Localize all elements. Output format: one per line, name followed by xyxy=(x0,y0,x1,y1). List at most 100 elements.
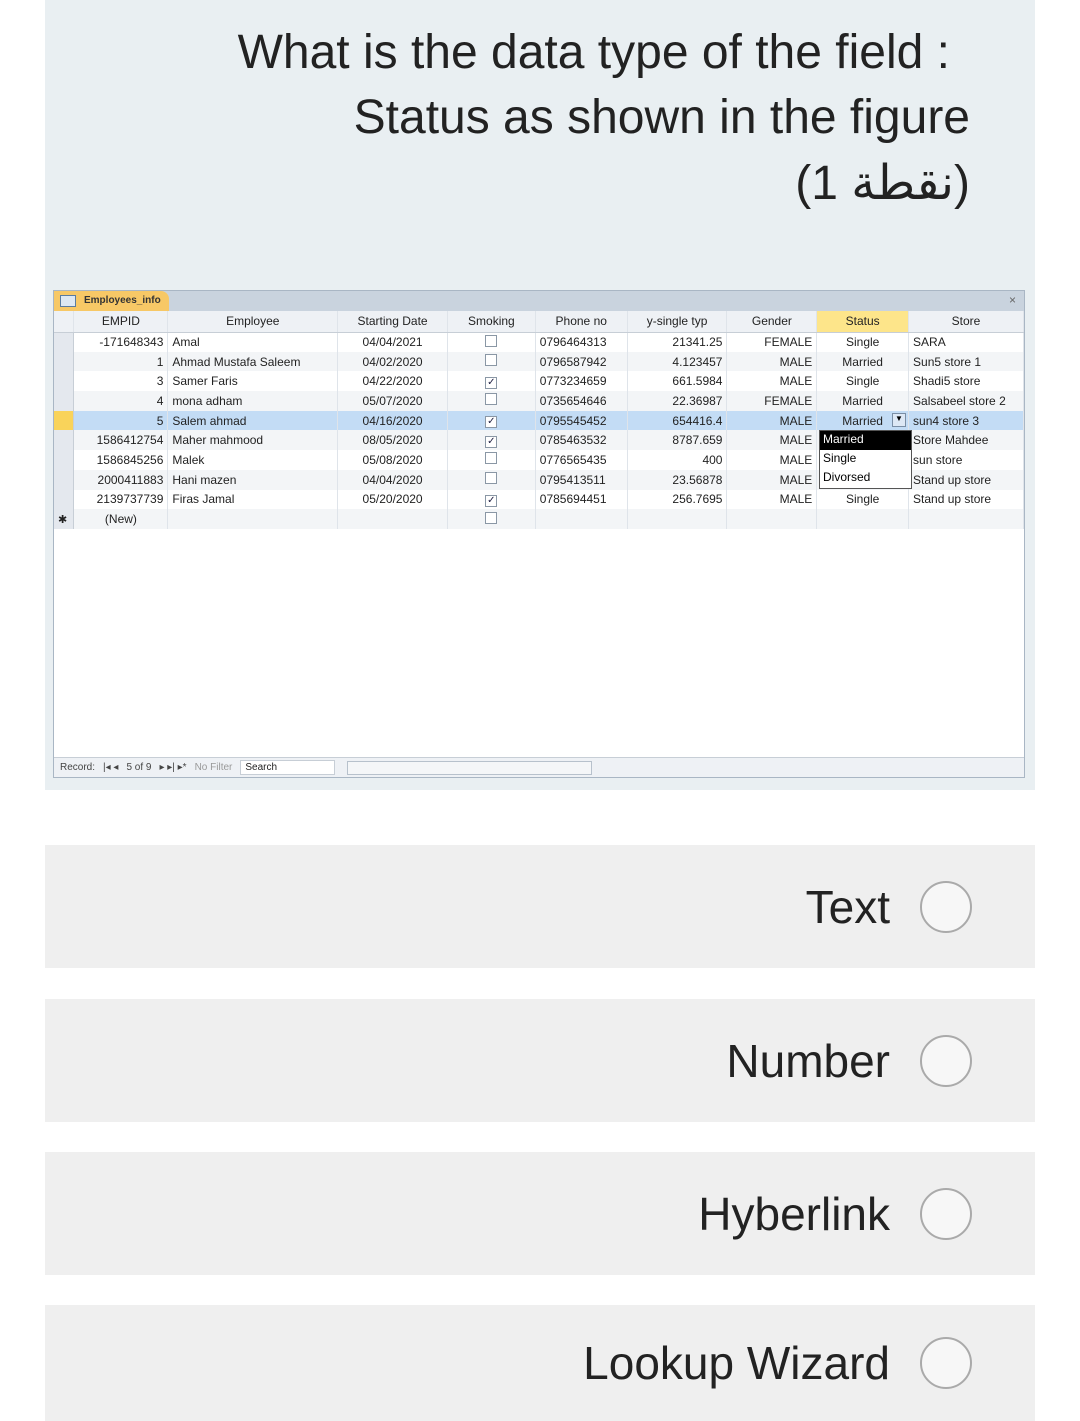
row-selector[interactable] xyxy=(54,450,75,470)
cell-starting-date[interactable]: 05/08/2020 xyxy=(337,450,448,470)
row-selector[interactable] xyxy=(54,489,75,510)
cell-y-single-typ[interactable]: 22.36987 xyxy=(627,391,728,411)
cell-gender[interactable]: MALE xyxy=(726,450,818,470)
row-selector[interactable] xyxy=(54,430,75,451)
cell-phone-no[interactable]: 0773234659 xyxy=(535,371,628,392)
radio-button[interactable] xyxy=(920,1187,972,1240)
cell-empid[interactable]: 1 xyxy=(73,351,169,372)
smoking-checkbox[interactable] xyxy=(447,469,536,490)
column-header-starting-date[interactable]: Starting Date xyxy=(337,311,448,333)
cell-empid[interactable]: 3 xyxy=(73,371,169,392)
cell-phone-no[interactable]: 0796587942 xyxy=(535,351,628,372)
cell-store[interactable]: Stand up store xyxy=(908,489,1024,510)
smoking-checkbox[interactable]: ✓ xyxy=(447,410,536,431)
cell-gender[interactable]: FEMALE xyxy=(726,332,818,352)
radio-button[interactable] xyxy=(920,880,972,933)
table-row[interactable]: 2139737739 Firas Jamal 05/20/2020 ✓ 07856944… xyxy=(54,489,1024,510)
select-all[interactable] xyxy=(54,311,75,333)
cell-starting-date[interactable]: 04/16/2020 xyxy=(337,410,448,431)
search-input[interactable]: Search xyxy=(240,760,336,775)
smoking-checkbox[interactable]: ✓ xyxy=(447,489,536,510)
cell-status[interactable]: Single xyxy=(816,332,910,352)
cell-y-single-typ[interactable]: 661.5984 xyxy=(627,371,728,392)
column-header-empid[interactable]: EMPID xyxy=(73,311,169,333)
cell-store[interactable]: SARA xyxy=(908,332,1024,352)
cell-y-single-typ[interactable]: 400 xyxy=(627,450,728,470)
cell-employee[interactable]: Malek xyxy=(167,450,339,470)
cell-gender[interactable]: MALE xyxy=(726,430,818,451)
cell-status[interactable]: Single xyxy=(816,371,910,392)
cell-store[interactable]: Shadi5 store xyxy=(908,371,1024,392)
cell-gender[interactable]: MALE xyxy=(726,489,818,510)
cell-y-single-typ[interactable]: 654416.4 xyxy=(627,410,728,431)
cell-store[interactable]: sun store xyxy=(908,450,1024,470)
cell-status[interactable]: Married xyxy=(816,391,910,411)
cell-status[interactable]: Single xyxy=(816,489,910,510)
cell-gender[interactable]: MALE xyxy=(726,371,818,392)
dropdown-option[interactable]: Single xyxy=(820,450,911,469)
new-record-row[interactable]: ✱ (New) xyxy=(54,509,1024,529)
cell-gender[interactable]: MALE xyxy=(726,469,818,490)
radio-button[interactable] xyxy=(920,1034,972,1087)
column-header-status[interactable]: Status xyxy=(816,311,910,333)
row-selector[interactable] xyxy=(54,371,75,392)
cell-phone-no[interactable]: 0785463532 xyxy=(535,430,628,451)
answer-option[interactable]: Text xyxy=(45,845,1035,968)
column-header-smoking[interactable]: Smoking xyxy=(447,311,536,333)
cell-phone-no[interactable]: 0776565435 xyxy=(535,450,628,470)
cell-starting-date[interactable]: 04/22/2020 xyxy=(337,371,448,392)
column-header-employee[interactable]: Employee xyxy=(167,311,339,333)
cell-store[interactable]: Store Mahdee xyxy=(908,430,1024,451)
cell-employee[interactable]: Salem ahmad xyxy=(167,410,339,431)
table-row[interactable]: -171648343 Amal 04/04/2021 0796464313 21341.… xyxy=(54,332,1024,352)
answer-option[interactable]: Lookup Wizard xyxy=(45,1305,1035,1421)
cell-phone-no[interactable]: 0795413511 xyxy=(535,469,628,490)
cell-store[interactable]: Sun5 store 1 xyxy=(908,351,1024,372)
cell-empid[interactable]: 1586845256 xyxy=(73,450,169,470)
horizontal-scrollbar[interactable] xyxy=(347,760,593,775)
smoking-checkbox[interactable]: ✓ xyxy=(447,371,536,392)
cell-store[interactable]: Salsabeel store 2 xyxy=(908,391,1024,411)
cell-starting-date[interactable]: 04/04/2021 xyxy=(337,332,448,352)
cell-y-single-typ[interactable]: 23.56878 xyxy=(627,469,728,490)
cell-empid[interactable]: 1586412754 xyxy=(73,430,169,451)
first-prev-record-buttons[interactable]: |◂ ◂ xyxy=(103,762,118,773)
cell-starting-date[interactable]: 04/02/2020 xyxy=(337,351,448,372)
cell-store[interactable]: Stand up store xyxy=(908,469,1024,490)
cell-starting-date[interactable]: 08/05/2020 xyxy=(337,430,448,451)
cell-employee[interactable]: Amal xyxy=(167,332,339,352)
cell-employee[interactable]: Ahmad Mustafa Saleem xyxy=(167,351,339,372)
dropdown-option[interactable]: Divorsed xyxy=(820,469,911,488)
dropdown-option[interactable]: Married xyxy=(820,431,911,450)
cell-employee[interactable]: Samer Faris xyxy=(167,371,339,392)
row-selector[interactable] xyxy=(54,332,75,352)
cell-empid[interactable]: 2000411883 xyxy=(73,469,169,490)
cell-y-single-typ[interactable]: 21341.25 xyxy=(627,332,728,352)
cell-starting-date[interactable]: 04/04/2020 xyxy=(337,469,448,490)
cell-employee[interactable]: mona adham xyxy=(167,391,339,411)
cell-starting-date[interactable]: 05/07/2020 xyxy=(337,391,448,411)
table-row[interactable]: 1 Ahmad Mustafa Saleem 04/02/2020 079658794… xyxy=(54,351,1024,372)
cell-phone-no[interactable]: 0735654646 xyxy=(535,391,628,411)
cell-phone-no[interactable]: 0785694451 xyxy=(535,489,628,510)
smoking-checkbox[interactable] xyxy=(447,391,536,411)
record-counter[interactable]: 5 of 9 xyxy=(126,762,151,773)
no-filter-button[interactable]: No Filter xyxy=(195,762,233,773)
cell-empid[interactable]: 4 xyxy=(73,391,169,411)
cell-y-single-typ[interactable]: 256.7695 xyxy=(627,489,728,510)
row-selector[interactable] xyxy=(54,469,75,490)
column-header-gender[interactable]: Gender xyxy=(726,311,818,333)
cell-phone-no[interactable]: 0795545452 xyxy=(535,410,628,431)
table-row[interactable]: 3 Samer Faris 04/22/2020 ✓ 0773234659 661.598… xyxy=(54,371,1024,392)
smoking-checkbox[interactable] xyxy=(447,351,536,372)
cell-gender[interactable]: MALE xyxy=(726,410,818,431)
cell-gender[interactable]: MALE xyxy=(726,351,818,372)
radio-button[interactable] xyxy=(920,1337,972,1389)
column-header-phone-no[interactable]: Phone no xyxy=(535,311,628,333)
table-row[interactable]: 5 Salem ahmad 04/16/2020 ✓ 0795545452 654416.… xyxy=(54,410,1024,431)
column-header-y-single-typ[interactable]: y-single typ xyxy=(627,311,728,333)
cell-empid[interactable]: -171648343 xyxy=(73,332,169,352)
smoking-checkbox[interactable] xyxy=(447,332,536,352)
column-header-store[interactable]: Store xyxy=(908,311,1024,333)
new-row-label[interactable]: (New) xyxy=(73,509,169,529)
